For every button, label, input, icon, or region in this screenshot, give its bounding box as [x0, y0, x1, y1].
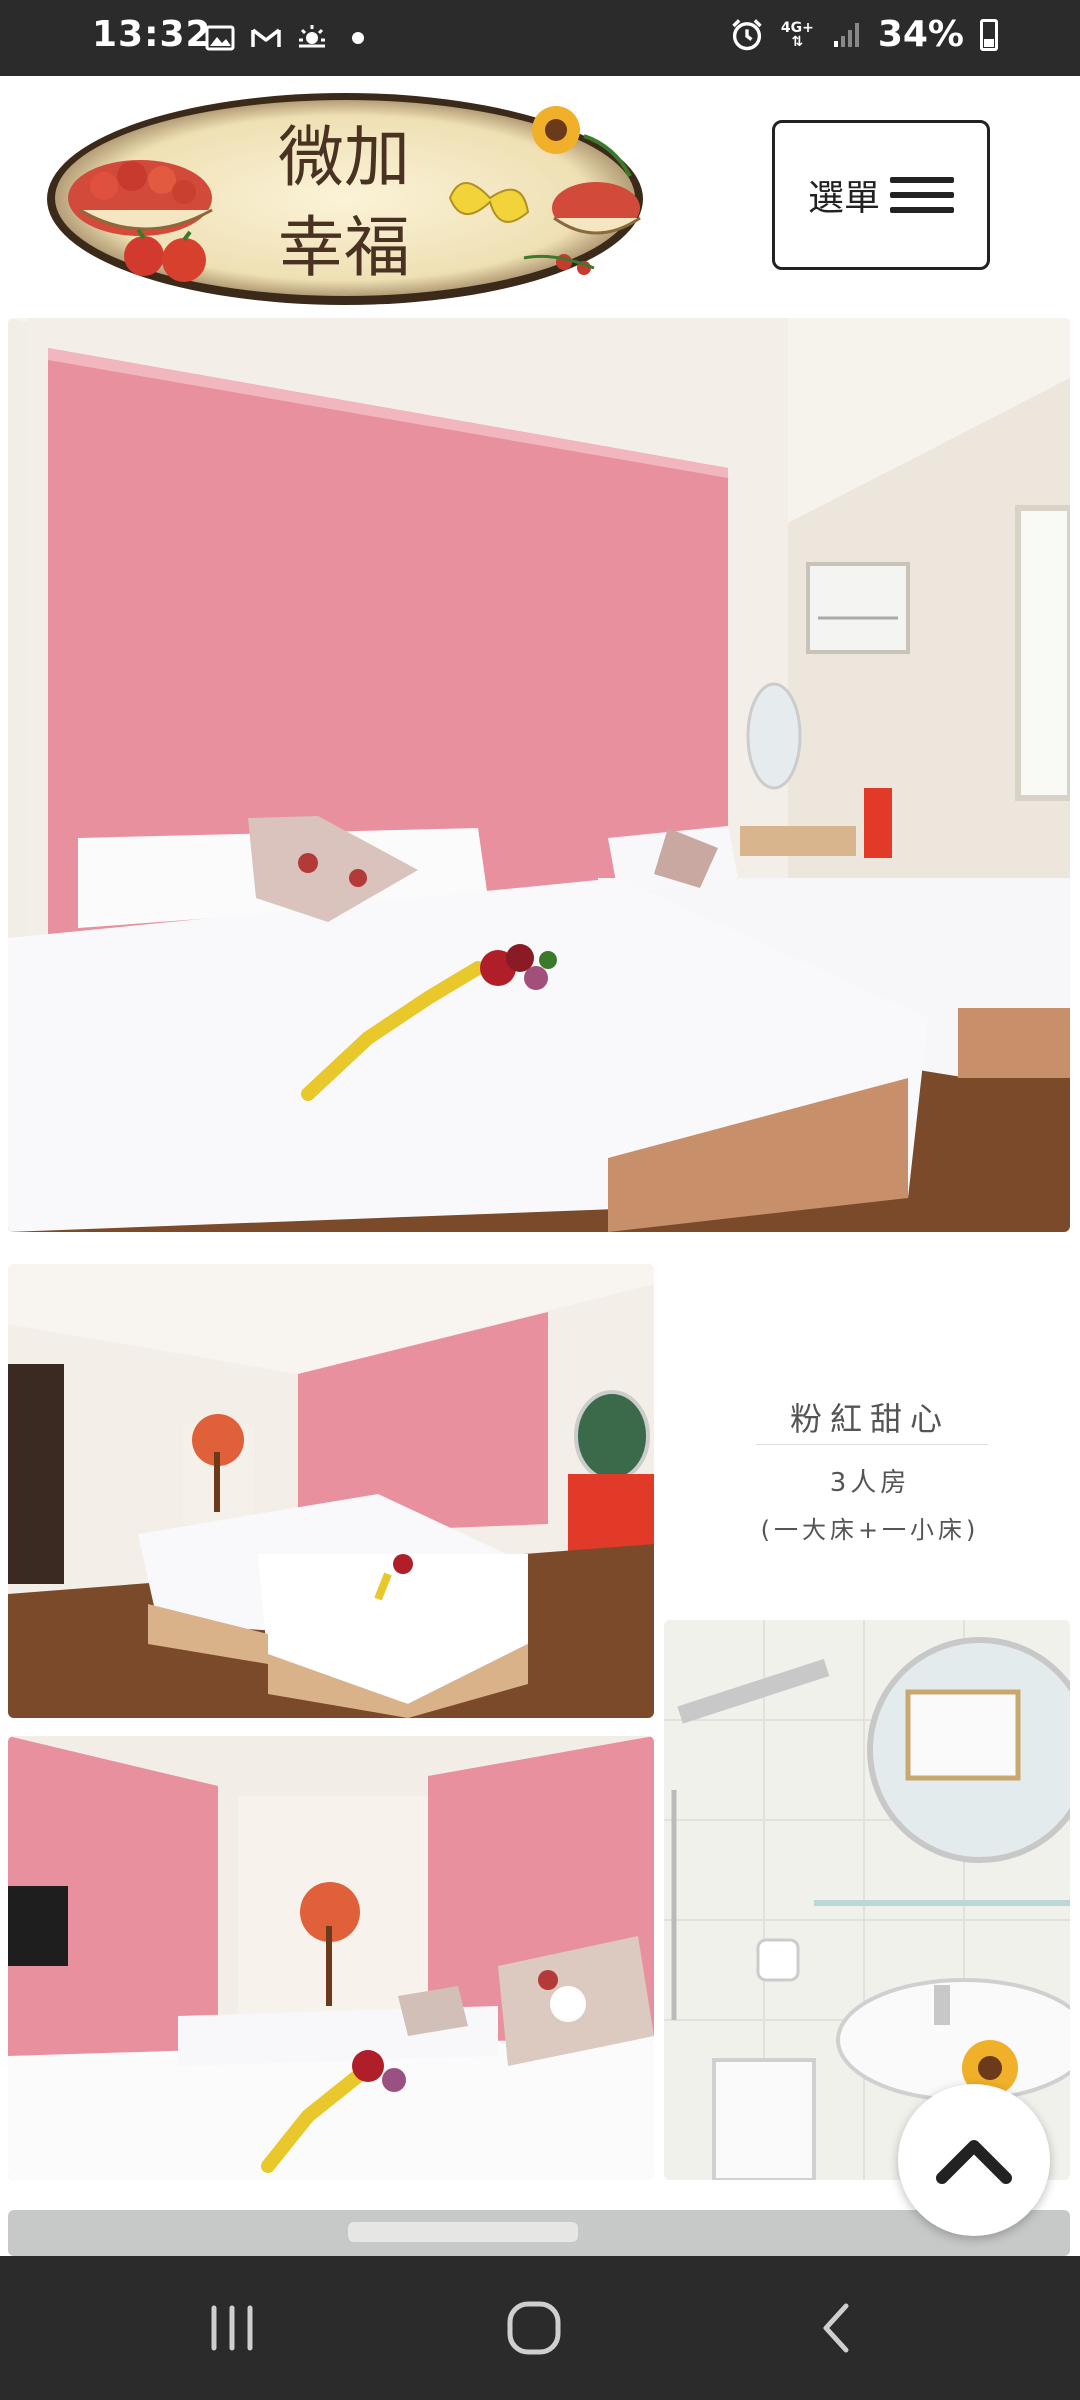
menu-button[interactable]: 選單	[772, 120, 990, 270]
alarm-icon	[732, 18, 762, 50]
status-right: 4G+ ⇅ 34%	[729, 14, 998, 55]
site-logo[interactable]: 微加 幸福	[44, 88, 646, 310]
chevron-up-icon	[936, 2140, 1012, 2184]
gmail-icon	[251, 28, 281, 47]
dot-icon	[352, 32, 364, 44]
room-wide-photo[interactable]	[8, 1264, 654, 1718]
hero-room-photo[interactable]	[8, 318, 1070, 1232]
back-button[interactable]	[800, 2292, 872, 2364]
site-header: 微加 幸福 選單	[0, 76, 1080, 314]
room-name: 粉紅甜心	[789, 1400, 950, 1438]
back-icon	[823, 2303, 849, 2353]
home-icon	[507, 2301, 561, 2355]
scroll-top-button[interactable]	[898, 2084, 1050, 2236]
gallery-icon	[205, 25, 235, 51]
caption-divider	[756, 1444, 988, 1445]
logo-text-line2: 幸福	[278, 209, 410, 286]
home-button[interactable]	[498, 2292, 570, 2364]
room-type: 3人房	[829, 1468, 911, 1498]
system-nav-bar	[0, 2256, 1080, 2400]
status-bar: 13:32 4G+ ⇅ 34%	[0, 0, 1080, 76]
recent-apps-button[interactable]	[196, 2292, 268, 2364]
screen: 13:32 4G+ ⇅ 34% 微加 幸福 選單 粉紅甜心 3人房 (一大床+一…	[0, 0, 1080, 2400]
room-caption: 粉紅甜心 3人房 (一大床+一小床)	[660, 1264, 1080, 1644]
room-beds: (一大床+一小床)	[760, 1516, 980, 1544]
recent-apps-icon	[211, 2305, 253, 2351]
room-side-photo[interactable]	[8, 1736, 654, 2180]
menu-label: 選單	[807, 178, 880, 219]
status-time: 13:32	[92, 14, 212, 55]
hamburger-icon	[890, 177, 954, 213]
battery-icon	[980, 18, 998, 51]
weather-icon	[298, 25, 326, 51]
logo-text-line1: 微加	[278, 119, 410, 196]
battery-percent: 34%	[877, 14, 964, 55]
signal-icon	[833, 22, 859, 47]
next-room-photo[interactable]	[8, 2210, 1070, 2256]
network-type: 4G+ ⇅	[780, 19, 814, 50]
notification-icons	[204, 20, 374, 56]
